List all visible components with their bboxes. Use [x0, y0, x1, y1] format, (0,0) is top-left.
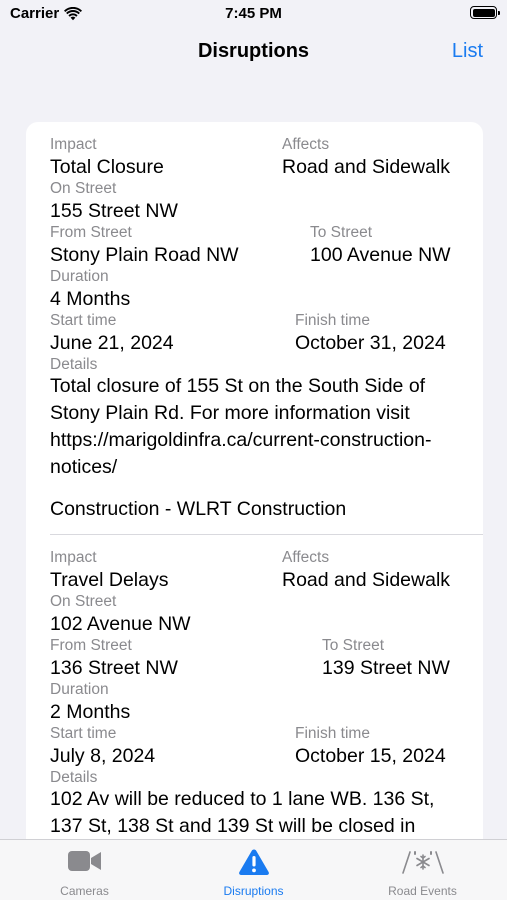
finish-time-label: Finish time	[295, 725, 370, 742]
tab-label: Disruptions	[223, 884, 284, 898]
navigation-bar: Disruptions List	[0, 30, 507, 76]
finish-time-value: October 31, 2024	[295, 332, 446, 354]
status-time: 7:45 PM	[225, 5, 282, 22]
video-camera-icon	[67, 851, 101, 871]
category-text: Construction - WLRT Construction	[50, 498, 347, 520]
list-button[interactable]: List	[452, 40, 483, 63]
duration-value: 2 Months	[50, 701, 131, 723]
warning-triangle-icon	[238, 849, 269, 875]
page-title: Disruptions	[197, 40, 310, 62]
impact-label: Impact	[50, 549, 97, 566]
affects-value: Road and Sidewalk	[282, 156, 451, 178]
disruption-item[interactable]: Impact Affects Total Closure Road and Si…	[26, 122, 483, 535]
details-text: 102 Av will be reduced to 1 lane WB. 136…	[50, 788, 435, 837]
tab-disruptions[interactable]: Disruptions	[169, 840, 338, 900]
start-time-label: Start time	[50, 312, 117, 329]
disruptions-list[interactable]: Impact Affects Total Closure Road and Si…	[26, 122, 483, 882]
details-label: Details	[50, 356, 98, 373]
duration-label: Duration	[50, 268, 109, 285]
to-street-value: 139 Street NW	[322, 657, 450, 679]
battery-icon	[470, 6, 500, 19]
from-street-value: Stony Plain Road NW	[50, 244, 239, 266]
status-bar: Carrier 7:45 PM	[0, 0, 507, 30]
details-text: Total closure of 155 St on the South Sid…	[50, 375, 432, 478]
tab-label: Cameras	[60, 884, 109, 898]
details-label: Details	[50, 769, 98, 786]
affects-label: Affects	[282, 549, 330, 566]
duration-label: Duration	[50, 681, 109, 698]
to-street-label: To Street	[310, 224, 373, 241]
disruption-item[interactable]: Impact Affects Travel Delays Road and Si…	[26, 535, 483, 882]
on-street-label: On Street	[50, 593, 117, 610]
impact-value: Travel Delays	[50, 569, 169, 591]
duration-value: 4 Months	[50, 288, 131, 310]
from-street-label: From Street	[50, 224, 132, 241]
on-street-value: 102 Avenue NW	[50, 613, 191, 635]
on-street-label: On Street	[50, 180, 117, 197]
to-street-label: To Street	[322, 637, 385, 654]
start-time-label: Start time	[50, 725, 117, 742]
tab-road-events[interactable]: Road Events	[338, 840, 507, 900]
from-street-label: From Street	[50, 637, 132, 654]
tab-label: Road Events	[388, 884, 457, 898]
on-street-value: 155 Street NW	[50, 200, 178, 222]
impact-value: Total Closure	[50, 156, 164, 178]
snow-road-icon	[401, 851, 444, 874]
affects-label: Affects	[282, 136, 330, 153]
start-time-value: July 8, 2024	[50, 745, 156, 767]
from-street-value: 136 Street NW	[50, 657, 178, 679]
to-street-value: 100 Avenue NW	[310, 244, 451, 266]
affects-value: Road and Sidewalk	[282, 569, 451, 591]
start-time-value: June 21, 2024	[50, 332, 174, 354]
finish-time-label: Finish time	[295, 312, 370, 329]
tab-bar: Cameras Disruptions Road Events	[0, 839, 507, 900]
finish-time-value: October 15, 2024	[295, 745, 446, 767]
tab-cameras[interactable]: Cameras	[0, 840, 169, 900]
impact-label: Impact	[50, 136, 97, 153]
